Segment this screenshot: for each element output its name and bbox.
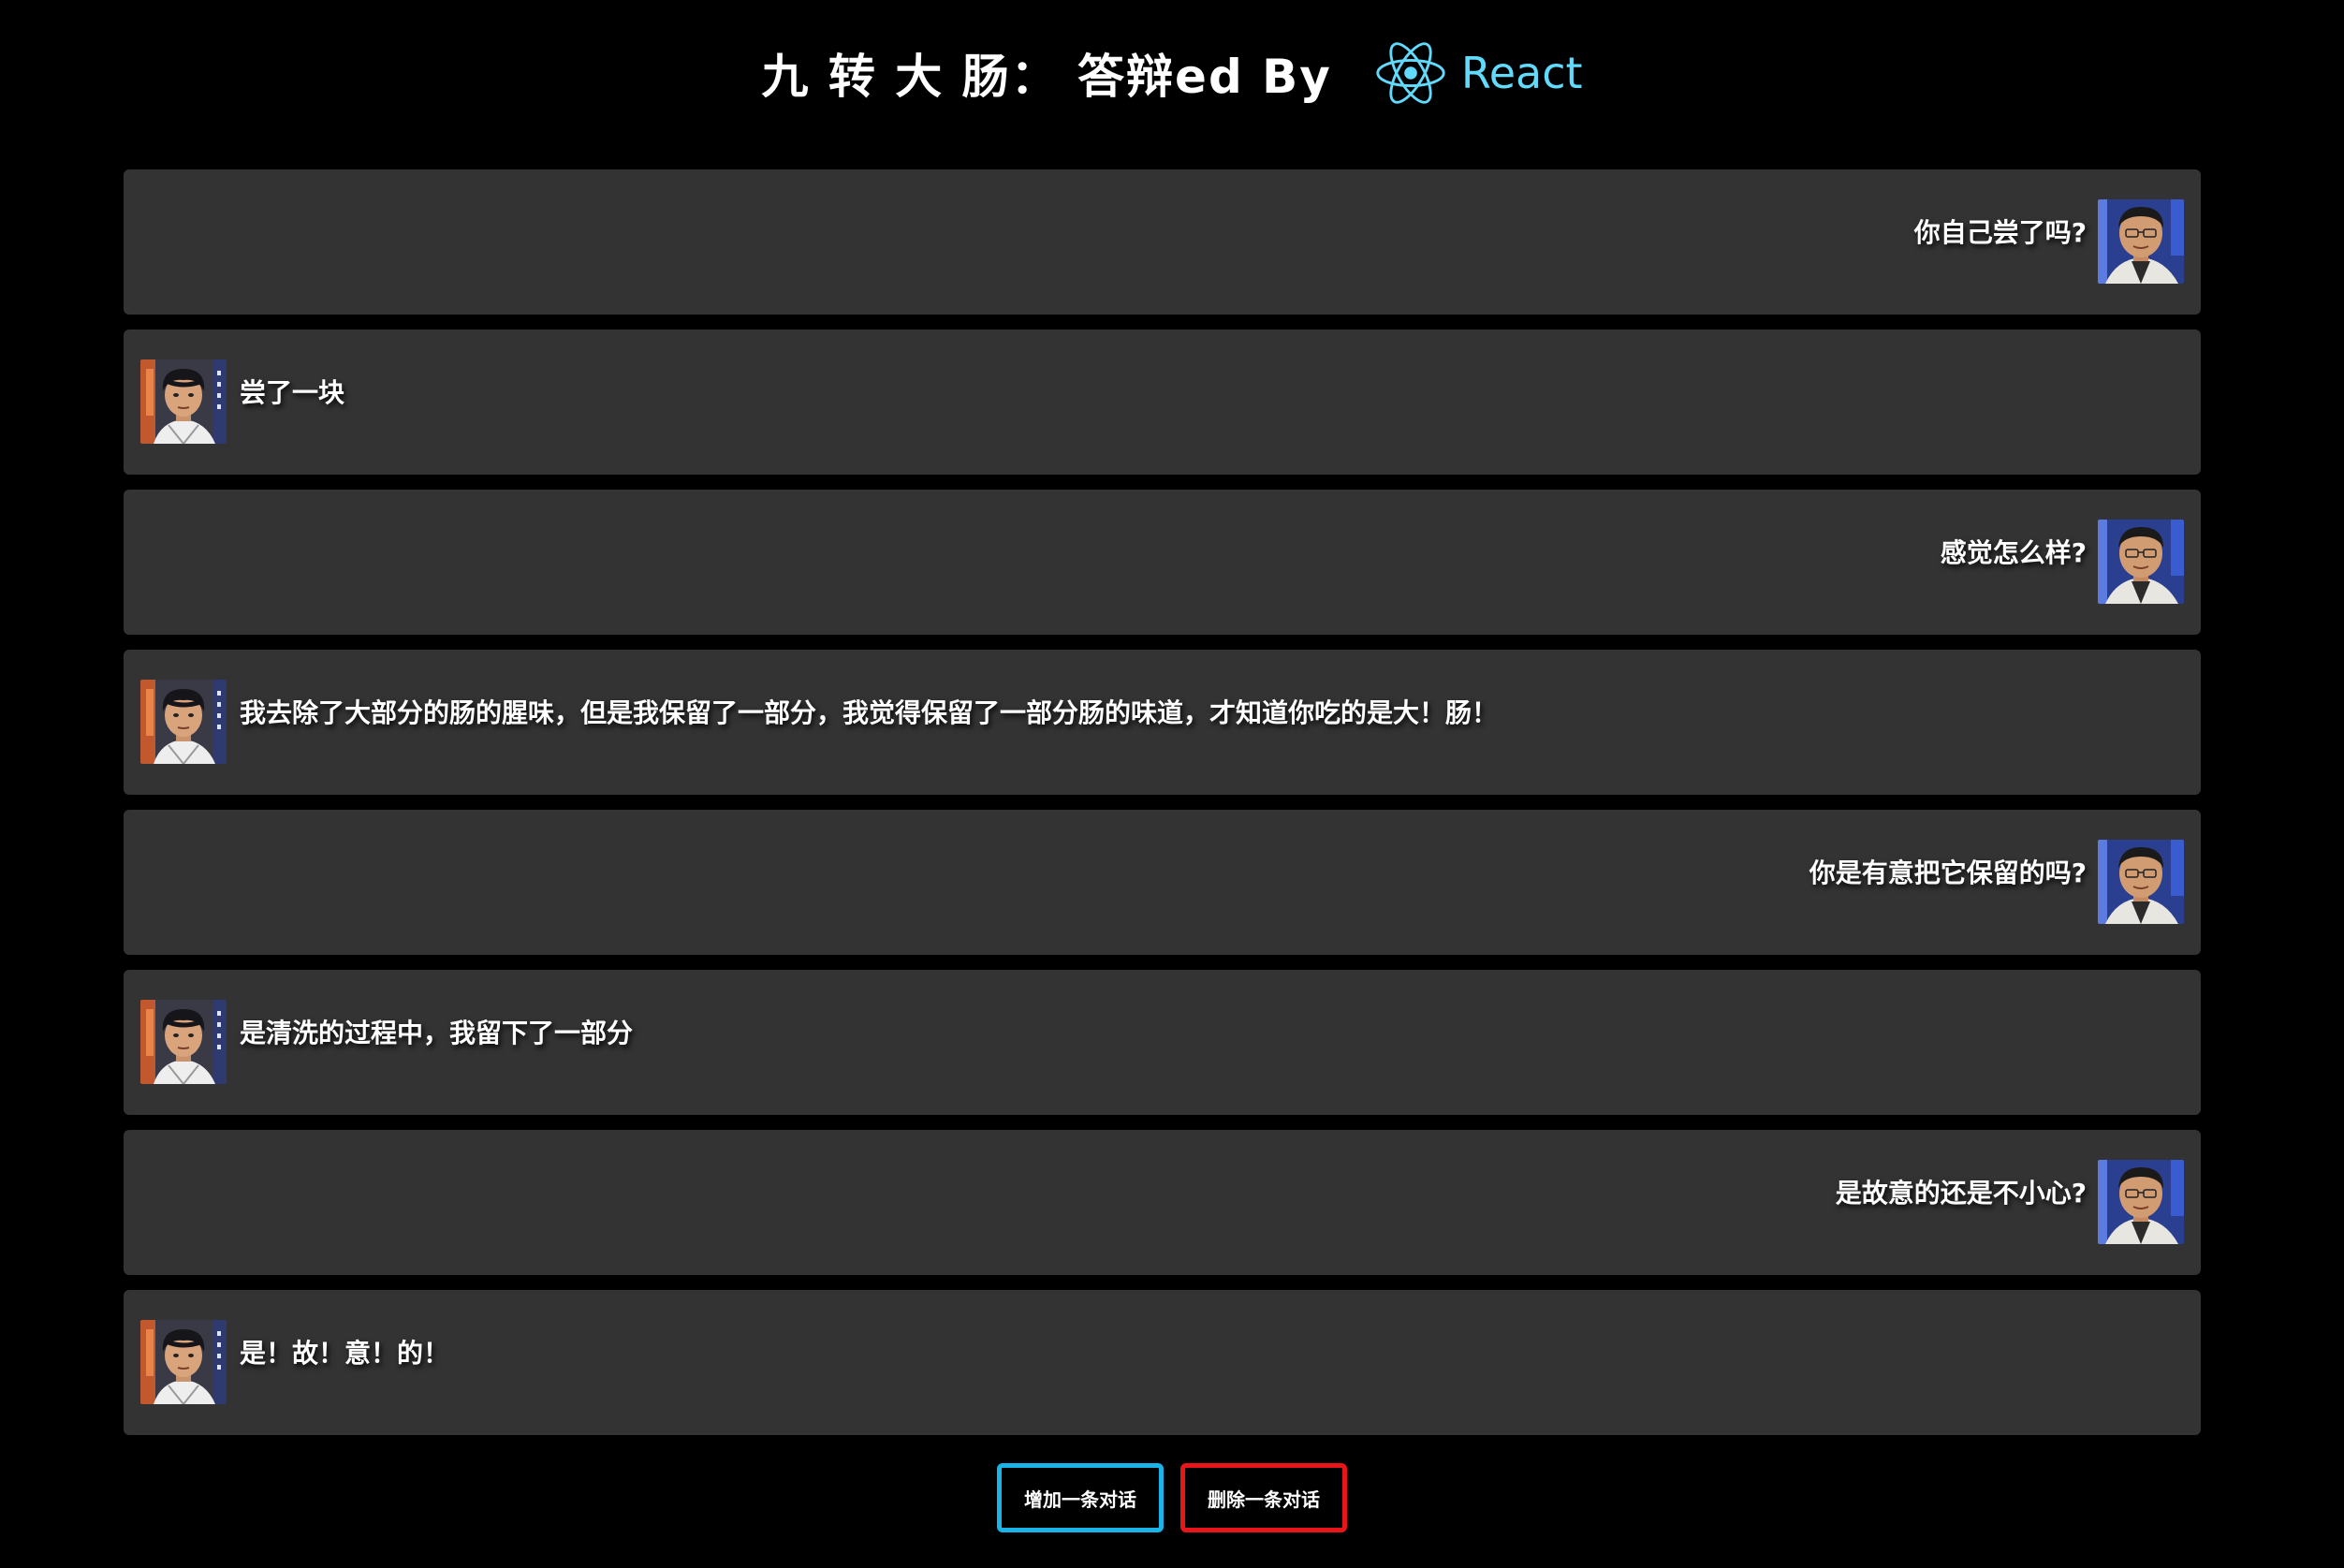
- message-row: 我去除了大部分的肠的腥味，但是我保留了一部分，我觉得保留了一部分肠的味道，才知道…: [124, 650, 2201, 795]
- message-row: 你是有意把它保留的吗?: [124, 810, 2201, 955]
- react-label: React: [1460, 47, 1583, 98]
- message-row: 感觉怎么样?: [124, 490, 2201, 635]
- add-dialogue-button[interactable]: 增加一条对话: [997, 1463, 1164, 1532]
- judge-avatar: [2098, 199, 2184, 284]
- react-logo-icon: [1376, 41, 1445, 104]
- message-text: 尝了一块: [240, 377, 345, 408]
- chef-avatar: [140, 1320, 227, 1404]
- message-row: 是清洗的过程中，我留下了一部分: [124, 970, 2201, 1115]
- judge-avatar: [2098, 1160, 2184, 1244]
- message-row: 是故意的还是不小心?: [124, 1130, 2201, 1275]
- chef-avatar: [140, 359, 227, 444]
- conversation-list: 你自己尝了吗? 尝了一块 感觉怎么样? 我去除了大部分的肠的腥味，但是我保留了一…: [124, 169, 2201, 1450]
- button-bar: 增加一条对话 删除一条对话: [0, 1463, 2344, 1532]
- message-text: 是！故！意！的！: [240, 1338, 450, 1369]
- message-text: 感觉怎么样?: [1940, 537, 2087, 568]
- message-text: 你自己尝了吗?: [1913, 217, 2087, 248]
- message-row: 尝了一块: [124, 330, 2201, 475]
- delete-dialogue-button[interactable]: 删除一条对话: [1180, 1463, 1347, 1532]
- chef-avatar: [140, 1000, 227, 1084]
- message-row: 是！故！意！的！: [124, 1290, 2201, 1435]
- page-title: 九 转 大 肠： 答辩ed By: [761, 49, 1332, 104]
- message-text: 是故意的还是不小心?: [1835, 1178, 2087, 1209]
- judge-avatar: [2098, 520, 2184, 604]
- message-text: 是清洗的过程中，我留下了一部分: [240, 1018, 634, 1048]
- chef-avatar: [140, 680, 227, 764]
- judge-avatar: [2098, 840, 2184, 924]
- message-text: 我去除了大部分的肠的腥味，但是我保留了一部分，我觉得保留了一部分肠的味道，才知道…: [240, 697, 1499, 728]
- page: 九 转 大 肠： 答辩ed By React 你自己尝了吗? 尝了一块 感觉怎么…: [0, 0, 2344, 1568]
- message-text: 你是有意把它保留的吗?: [1809, 857, 2087, 888]
- header: 九 转 大 肠： 答辩ed By React: [0, 28, 2344, 117]
- message-row: 你自己尝了吗?: [124, 169, 2201, 315]
